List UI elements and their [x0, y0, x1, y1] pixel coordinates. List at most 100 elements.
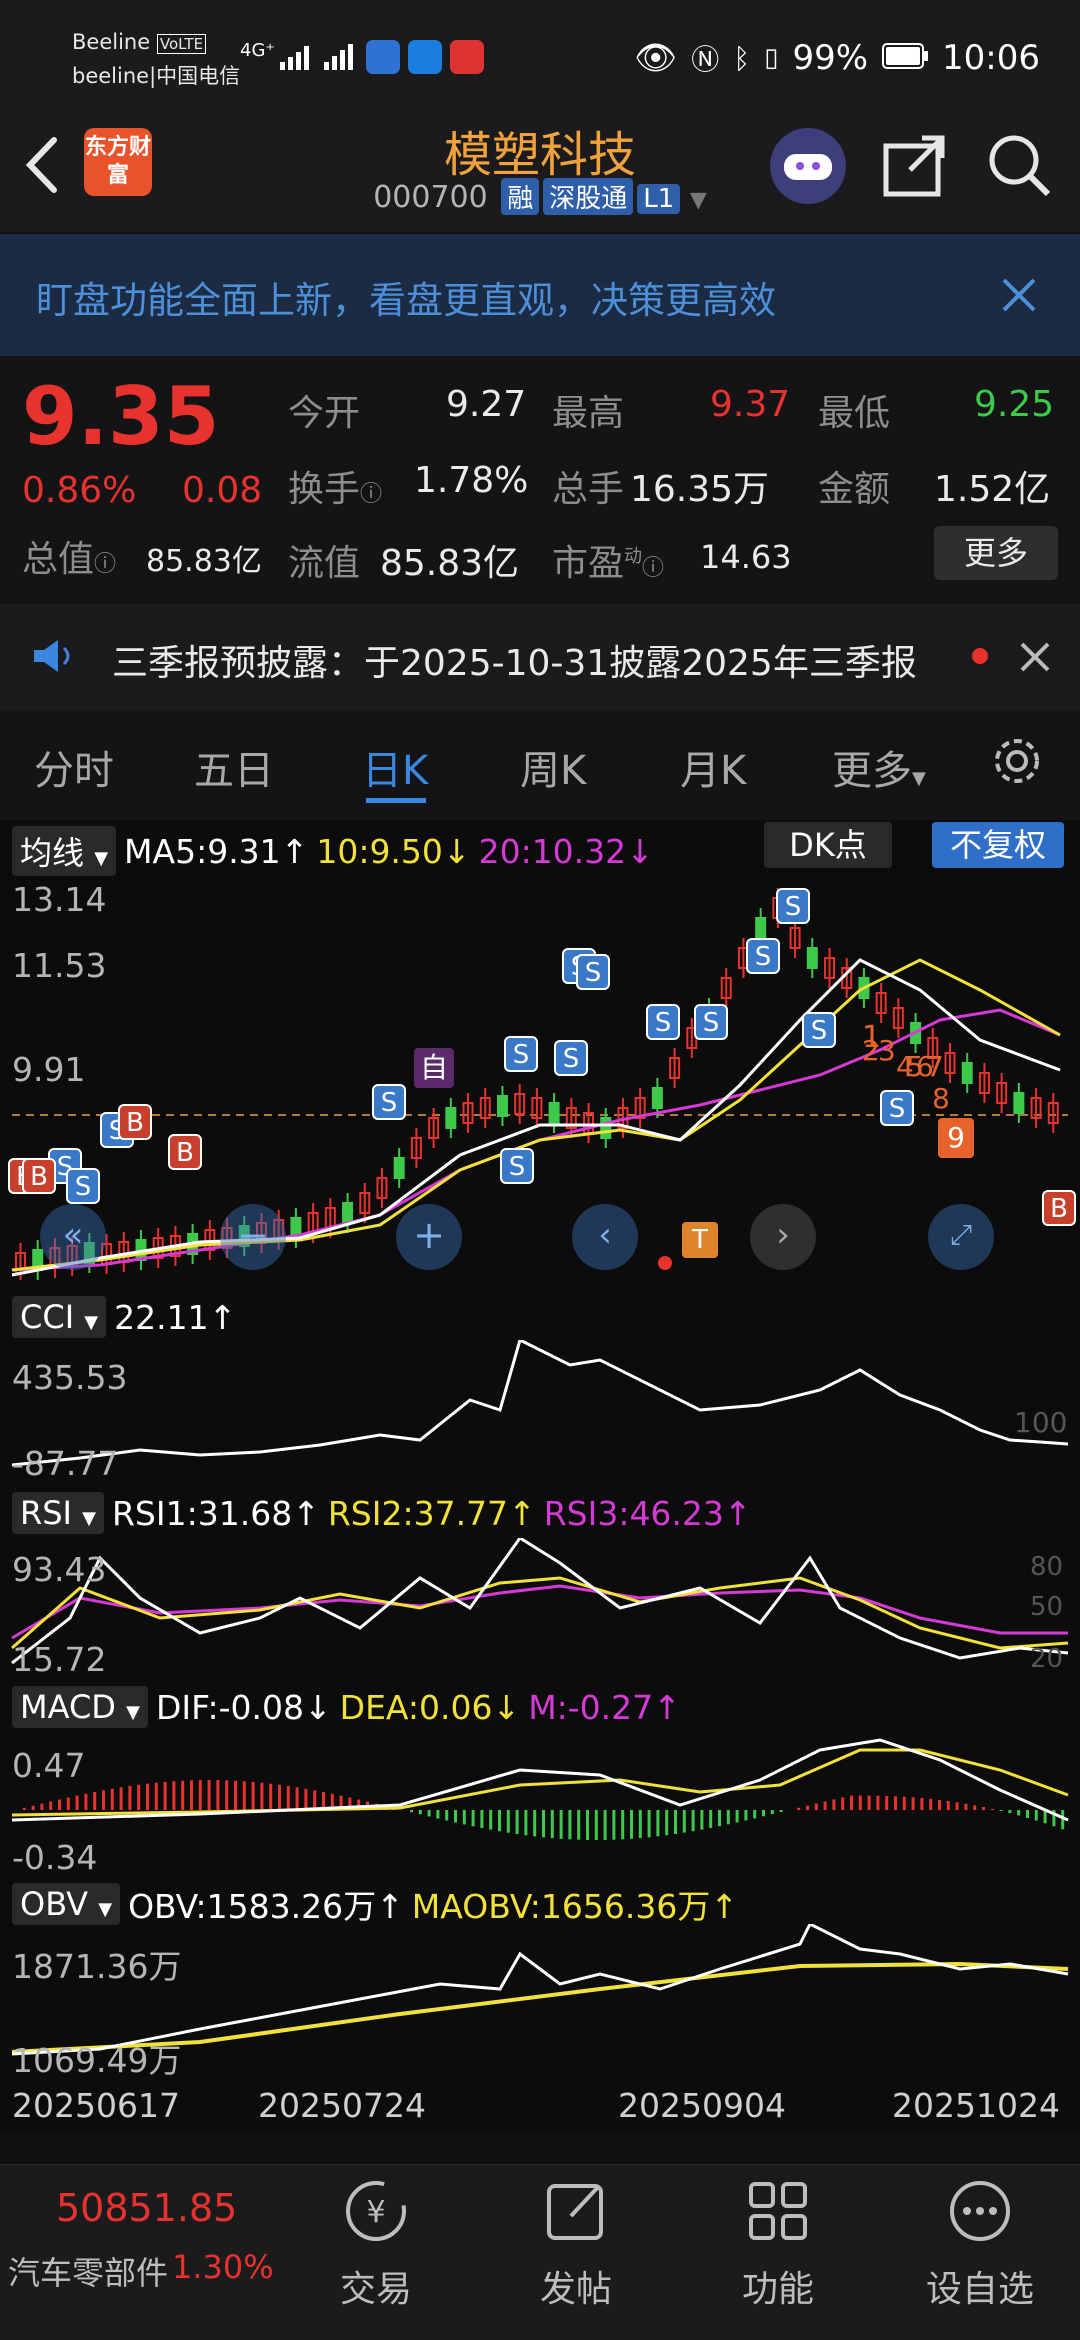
macd-bar — [462, 1810, 466, 1825]
fullscreen-button[interactable]: ⤢ — [928, 1204, 994, 1270]
kline-y-low: 9.91 — [12, 1050, 86, 1089]
x-date-4: 20251024 — [892, 2086, 1060, 2125]
macd-bar — [929, 1798, 933, 1810]
zoom-in-button[interactable]: + — [396, 1204, 462, 1270]
buy-signal-badge[interactable]: B — [1042, 1190, 1076, 1226]
nav-trade[interactable]: 交易 — [296, 2260, 456, 2312]
ma10-value: 10:9.50↓ — [316, 831, 471, 871]
high-value: 9.37 — [710, 384, 791, 425]
macd-bar — [295, 1787, 299, 1810]
scroll-far-left-button[interactable]: « — [40, 1204, 106, 1270]
sell-signal-badge[interactable]: S — [776, 888, 810, 924]
macd-bar — [823, 1801, 827, 1810]
battery-icon — [882, 38, 929, 78]
buy-signal-badge[interactable]: B — [118, 1104, 152, 1140]
pe-value: 14.63 — [700, 538, 792, 576]
macd-bar — [22, 1807, 26, 1810]
cci-value: 22.11↑ — [114, 1297, 237, 1337]
active-tab-indicator — [366, 798, 426, 803]
dk-point-button[interactable]: DK点 — [764, 822, 892, 868]
sell-signal-badge[interactable]: S — [746, 938, 780, 974]
macd-bar — [665, 1810, 669, 1836]
scroll-left-button[interactable]: ‹ — [572, 1204, 638, 1270]
sell-signal-badge[interactable]: S — [372, 1084, 406, 1120]
sell-signal-badge[interactable]: S — [646, 1004, 680, 1040]
sell-signal-badge[interactable]: S — [802, 1012, 836, 1048]
sell-signal-badge[interactable]: S — [504, 1036, 538, 1072]
macd-bar — [207, 1780, 211, 1810]
buy-signal-badge[interactable]: B — [168, 1134, 202, 1170]
macd-bar — [638, 1810, 642, 1839]
robot-assistant-icon[interactable] — [770, 128, 846, 204]
function-icon — [698, 2176, 858, 2258]
turnover-label: 换手ⓘ — [288, 469, 383, 510]
tab-intraday[interactable]: 分时 — [34, 738, 114, 796]
search-button[interactable] — [986, 132, 1052, 202]
macd-bar — [418, 1810, 422, 1815]
rsi-selector[interactable]: RSI ▼ — [12, 1492, 104, 1534]
macd-bar — [242, 1781, 246, 1810]
cci-header: CCI ▼ 22.11↑ — [12, 1296, 236, 1338]
sell-signal-badge[interactable]: S — [576, 954, 610, 990]
cci-y-top: 435.53 — [12, 1358, 128, 1397]
tab-daily-k[interactable]: 日K — [362, 738, 428, 796]
notice-close-button[interactable] — [1018, 640, 1052, 678]
current-price: 9.35 — [22, 370, 220, 463]
ma20-value: 20:10.32↓ — [478, 831, 654, 871]
amount-label: 金额 — [818, 469, 891, 510]
macd-bar — [49, 1801, 53, 1810]
tab-more[interactable]: 更多▼ — [832, 738, 926, 796]
sector-index-value[interactable]: 50851.85 — [56, 2186, 237, 2230]
tab-weekly-k[interactable]: 周K — [520, 738, 586, 796]
macd-header: MACD ▼ DIF:-0.08↓ DEA:0.06↓ M:-0.27↑ — [12, 1686, 681, 1728]
rsi3-value: RSI3:46.23↑ — [543, 1493, 752, 1533]
sell-signal-badge[interactable]: S — [554, 1040, 588, 1076]
obv-selector[interactable]: OBV ▼ — [12, 1883, 121, 1925]
latest-dot — [658, 1256, 672, 1270]
macd-bar — [885, 1795, 889, 1810]
nav-post[interactable]: 发帖 — [496, 2260, 656, 2312]
sequence-marker-3: 3 — [878, 1034, 896, 1067]
macd-bar — [84, 1793, 88, 1810]
ma-selector[interactable]: 均线 ▼ — [12, 826, 117, 876]
send-app-icon — [408, 40, 442, 74]
cci-chart — [11, 1340, 1069, 1467]
macd-bar — [603, 1810, 607, 1840]
sell-signal-badge[interactable]: S — [880, 1090, 914, 1126]
maobv-value: MAOBV:1656.36万↑ — [411, 1887, 738, 1926]
banner-close-button[interactable] — [998, 274, 1040, 320]
sell-signal-badge[interactable]: S — [500, 1148, 534, 1184]
cci-selector[interactable]: CCI ▼ — [12, 1296, 107, 1338]
sell-signal-badge[interactable]: S — [694, 1004, 728, 1040]
macd-bar — [146, 1783, 149, 1810]
macd-bar — [550, 1810, 554, 1839]
status-right: 👁 Ⓝ ᛒ ▯ 99% 10:06 — [634, 38, 1040, 78]
self-marker[interactable]: 自 — [414, 1048, 454, 1088]
post-icon — [496, 2176, 656, 2258]
nav-add-watchlist[interactable]: 设自选 — [900, 2260, 1060, 2312]
buy-signal-badge[interactable]: B — [22, 1158, 56, 1194]
nav-function[interactable]: 功能 — [698, 2260, 858, 2312]
t-marker[interactable]: T — [682, 1222, 718, 1258]
macd-bar — [814, 1803, 818, 1810]
zoom-out-button[interactable]: − — [220, 1204, 286, 1270]
macd-selector[interactable]: MACD ▼ — [12, 1686, 148, 1728]
pe-label: 市盈动ⓘ — [552, 543, 665, 584]
settings-button[interactable] — [990, 734, 1044, 792]
macd-bar — [700, 1810, 704, 1830]
tab-5day[interactable]: 五日 — [194, 738, 274, 796]
macd-bar — [410, 1810, 413, 1813]
app-notification-icon — [450, 40, 484, 74]
macd-bar — [93, 1792, 97, 1810]
scroll-right-button[interactable]: › — [750, 1204, 816, 1270]
rsi3-line — [11, 1584, 1068, 1640]
adjust-button[interactable]: 不复权 — [932, 822, 1064, 868]
macd-bar — [286, 1785, 290, 1810]
more-quote-button[interactable]: 更多 — [934, 526, 1058, 580]
sell-signal-badge[interactable]: S — [66, 1168, 100, 1204]
sector-name[interactable]: 汽车零部件 — [8, 2248, 168, 2294]
macd-bar — [955, 1802, 959, 1810]
tab-monthly-k[interactable]: 月K — [680, 738, 746, 796]
share-button[interactable] — [882, 132, 948, 202]
macd-bar — [779, 1810, 783, 1813]
